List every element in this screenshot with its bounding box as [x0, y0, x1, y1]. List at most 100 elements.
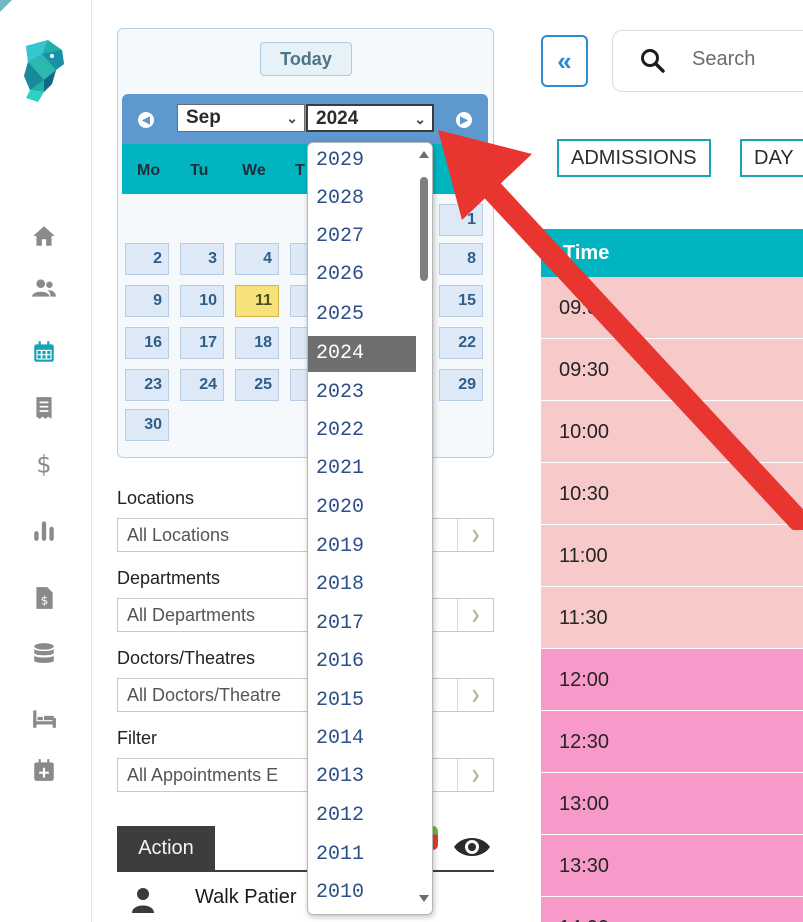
day-cell[interactable]: 15 — [439, 285, 483, 317]
year-option[interactable]: 2025 — [308, 297, 418, 333]
today-day-cell[interactable]: 11 — [235, 285, 279, 317]
month-select[interactable]: Sep ⌄ — [177, 104, 305, 132]
weekday-th: T — [295, 162, 305, 179]
time-slot[interactable]: 09:00 — [541, 277, 803, 339]
year-option[interactable]: 2019 — [308, 529, 418, 565]
year-option[interactable]: 2022 — [308, 413, 418, 449]
year-option[interactable]: 2017 — [308, 606, 418, 642]
month-select-value: Sep — [186, 107, 221, 128]
day-cell[interactable]: 25 — [235, 369, 279, 401]
time-slot[interactable]: 10:30 — [541, 463, 803, 525]
chevron-down-icon[interactable]: ❯ — [457, 599, 493, 631]
year-option[interactable]: 2027 — [308, 219, 418, 255]
action-header[interactable]: Action — [117, 826, 215, 870]
departments-dropdown[interactable]: All Departments ❯ — [117, 598, 494, 632]
double-chevron-left-icon[interactable]: « — [541, 35, 588, 87]
filter-label: Filter — [117, 728, 157, 748]
year-list-scrollbar[interactable] — [416, 143, 432, 914]
year-option[interactable]: 2020 — [308, 490, 418, 526]
corner-accent — [0, 0, 12, 12]
year-option-selected[interactable]: 2024 — [308, 336, 418, 372]
dog-logo-icon[interactable] — [18, 40, 66, 104]
users-icon[interactable] — [30, 274, 58, 302]
calendar-icon[interactable] — [30, 338, 58, 366]
weekday-tu: Tu — [190, 162, 209, 179]
day-cell[interactable]: 16 — [125, 327, 169, 359]
departments-label: Departments — [117, 568, 221, 588]
day-cell[interactable]: 17 — [180, 327, 224, 359]
year-option[interactable]: 2013 — [308, 759, 418, 795]
year-option[interactable]: 2016 — [308, 644, 418, 680]
database-icon[interactable] — [30, 640, 58, 668]
home-icon[interactable] — [30, 222, 58, 250]
day-cell[interactable]: 2 — [125, 243, 169, 275]
year-option[interactable]: 2011 — [308, 837, 418, 873]
day-cell[interactable]: 8 — [439, 243, 483, 275]
year-option[interactable]: 2015 — [308, 683, 418, 719]
day-cell[interactable]: 23 — [125, 369, 169, 401]
doctors-value: All Doctors/Theatre — [127, 685, 282, 705]
time-slot[interactable]: 13:30 — [541, 835, 803, 897]
bed-icon[interactable] — [30, 704, 58, 732]
year-option[interactable]: 2029 — [308, 143, 418, 179]
time-slot[interactable]: 09:30 — [541, 339, 803, 401]
year-option[interactable]: 2026 — [308, 257, 418, 293]
weekday-we: We — [242, 162, 266, 179]
doctors-dropdown[interactable]: All Doctors/Theatre ❯ — [117, 678, 494, 712]
locations-label: Locations — [117, 488, 195, 508]
scroll-up-icon[interactable] — [419, 151, 429, 158]
day-cell[interactable]: 9 — [125, 285, 169, 317]
day-cell[interactable]: 3 — [180, 243, 224, 275]
day-cell[interactable]: 29 — [439, 369, 483, 401]
time-slot[interactable]: 14:00 — [541, 897, 803, 922]
receipt-icon[interactable] — [30, 394, 58, 422]
locations-dropdown[interactable]: All Locations ❯ — [117, 518, 494, 552]
year-option[interactable]: 2023 — [308, 375, 418, 411]
scrollbar-thumb[interactable] — [420, 177, 428, 281]
year-option[interactable]: 2028 — [308, 181, 418, 217]
year-dropdown-list[interactable]: 2029 2028 2027 2026 2025 2024 2023 2022 … — [307, 142, 433, 915]
tab-admissions[interactable]: ADMISSIONS — [557, 139, 711, 177]
scroll-down-icon[interactable] — [419, 895, 429, 902]
time-slot[interactable]: 10:00 — [541, 401, 803, 463]
time-slot[interactable]: 12:00 — [541, 649, 803, 711]
chevron-down-icon[interactable]: ❯ — [457, 679, 493, 711]
day-cell[interactable]: 1 — [439, 204, 483, 236]
day-cell[interactable]: 24 — [180, 369, 224, 401]
search-placeholder: Search — [692, 48, 756, 70]
person-icon — [131, 886, 155, 914]
eye-icon[interactable] — [452, 832, 492, 862]
year-option[interactable]: 2010 — [308, 875, 418, 911]
chevron-down-icon[interactable]: ❯ — [457, 759, 493, 791]
search-icon — [640, 48, 666, 74]
action-divider — [117, 870, 494, 872]
next-month-icon[interactable]: ▶ — [456, 112, 472, 128]
year-option[interactable]: 2012 — [308, 798, 418, 834]
day-cell[interactable]: 10 — [180, 285, 224, 317]
time-slot[interactable]: 11:30 — [541, 587, 803, 649]
bar-chart-icon[interactable] — [30, 516, 58, 544]
day-cell[interactable]: 30 — [125, 409, 169, 441]
filter-value: All Appointments E — [127, 765, 279, 785]
locations-value: All Locations — [127, 525, 230, 545]
day-cell[interactable]: 4 — [235, 243, 279, 275]
year-option[interactable]: 2021 — [308, 451, 418, 487]
time-slot[interactable]: 11:00 — [541, 525, 803, 587]
invoice-icon[interactable]: $ — [30, 584, 58, 612]
day-cell[interactable]: 18 — [235, 327, 279, 359]
dollar-icon[interactable]: $ — [30, 450, 58, 478]
prev-month-icon[interactable]: ◀ — [138, 112, 154, 128]
year-option[interactable]: 2014 — [308, 721, 418, 757]
calendar-plus-icon[interactable] — [30, 756, 58, 784]
time-slot[interactable]: 13:00 — [541, 773, 803, 835]
weekday-header-row — [122, 144, 488, 194]
filter-dropdown[interactable]: All Appointments E ❯ — [117, 758, 494, 792]
year-option[interactable]: 2018 — [308, 567, 418, 603]
year-select[interactable]: 2024 ⌄ — [306, 104, 434, 132]
time-slot[interactable]: 12:30 — [541, 711, 803, 773]
today-button[interactable]: Today — [260, 42, 352, 76]
day-cell[interactable]: 22 — [439, 327, 483, 359]
walk-patient-row[interactable]: Walk Patier — [117, 880, 494, 920]
chevron-down-icon[interactable]: ❯ — [457, 519, 493, 551]
tab-day[interactable]: DAY — [740, 139, 803, 177]
